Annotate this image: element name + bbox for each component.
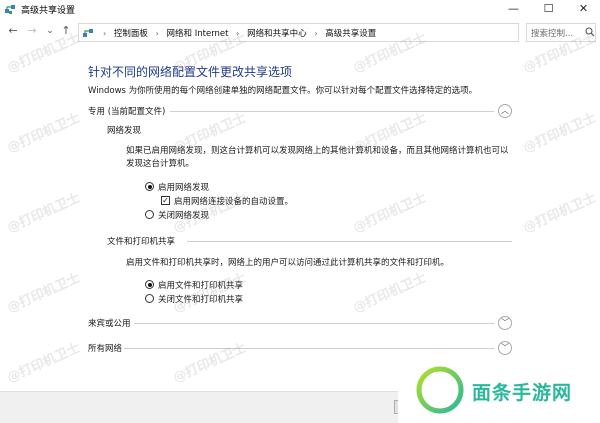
breadcrumb-separator-icon[interactable]: › xyxy=(314,29,317,38)
chevron-up-icon[interactable]: ︿ xyxy=(498,104,512,118)
breadcrumb-separator-icon[interactable]: › xyxy=(156,29,159,38)
divider xyxy=(134,323,494,324)
subsection-file-printer-sharing: 文件和打印机共享 xyxy=(107,235,512,247)
section-label-all-networks: 所有网络 xyxy=(88,344,123,354)
breadcrumb: › 控制面板 › 网络和 Internet › 网络和共享中心 › 高级共享设置 xyxy=(98,27,376,39)
radio-label: 启用文件和打印机共享 xyxy=(158,281,244,291)
chevron-down-icon[interactable]: ﹀ xyxy=(498,316,512,330)
breadcrumb-item-control-panel[interactable]: 控制面板 xyxy=(114,29,148,39)
chevron-down-icon[interactable]: ﹀ xyxy=(498,341,512,355)
site-logo: 面条手游网 xyxy=(398,358,600,423)
search-placeholder: 搜索控制... xyxy=(531,29,574,39)
radio-button[interactable] xyxy=(145,294,154,303)
section-label-private: 专用 (当前配置文件) xyxy=(88,107,166,117)
forward-arrow-icon[interactable]: → xyxy=(25,24,39,38)
title-bar: 高级共享设置 — ☐ ✕ xyxy=(0,0,600,18)
checkmark-icon[interactable]: ✓ xyxy=(161,196,170,205)
up-arrow-icon[interactable]: ↑ xyxy=(59,24,73,38)
breadcrumb-separator-icon: › xyxy=(103,29,107,38)
search-input[interactable]: 搜索控制... xyxy=(526,23,596,42)
radio-button-selected[interactable] xyxy=(145,182,154,191)
logo-mark-icon xyxy=(416,366,464,414)
page-title: 针对不同的网络配置文件更改共享选项 xyxy=(88,65,293,79)
address-bar-row: ← → ⌄ ↑ › 控制面板 › 网络和 Internet › 网络和共享中心 … xyxy=(0,21,600,43)
section-all-networks[interactable]: 所有网络 ﹀ xyxy=(88,341,512,355)
section-guest-public[interactable]: 来宾或公用 ﹀ xyxy=(88,316,512,330)
section-private-profile[interactable]: 专用 (当前配置文件) ︿ xyxy=(88,104,512,118)
control-panel-icon xyxy=(83,29,93,37)
address-bar[interactable]: › 控制面板 › 网络和 Internet › 网络和共享中心 › 高级共享设置… xyxy=(78,23,590,42)
discovery-description: 如果已启用网络发现，则这台计算机可以发现网络上的其他计算机和设备，而且其他网络计… xyxy=(126,146,509,169)
breadcrumb-separator-icon[interactable]: › xyxy=(236,29,239,38)
radio-label: 关闭网络发现 xyxy=(158,211,210,221)
breadcrumb-item-network-internet[interactable]: 网络和 Internet xyxy=(167,29,229,39)
breadcrumb-item-network-sharing-center[interactable]: 网络和共享中心 xyxy=(247,29,307,39)
search-icon[interactable] xyxy=(585,27,595,37)
radio-button[interactable] xyxy=(145,210,154,219)
page-description: Windows 为你所使用的每个网络创建单独的网络配置文件。你可以针对每个配置文… xyxy=(88,86,478,96)
window-title: 高级共享设置 xyxy=(21,6,76,16)
back-arrow-icon[interactable]: ← xyxy=(6,24,20,38)
close-button[interactable]: ✕ xyxy=(566,0,600,18)
section-label-guest: 来宾或公用 xyxy=(88,319,131,329)
divider xyxy=(124,348,494,349)
file-sharing-description: 启用文件和打印机共享时，网络上的用户可以访问通过此计算机共享的文件和打印机。 xyxy=(126,258,450,268)
divider xyxy=(170,111,494,112)
maximize-button[interactable]: ☐ xyxy=(531,0,566,18)
network-sharing-icon xyxy=(5,5,15,14)
subsection-label: 网络发现 xyxy=(107,126,142,136)
subsection-network-discovery: 网络发现 xyxy=(107,124,512,136)
recent-dropdown-icon[interactable]: ⌄ xyxy=(43,24,57,38)
logo-text: 面条手游网 xyxy=(472,382,573,404)
radio-button-selected[interactable] xyxy=(145,280,154,289)
subsection-label: 文件和打印机共享 xyxy=(107,237,176,247)
minimize-button[interactable]: — xyxy=(496,0,531,18)
divider xyxy=(187,241,512,242)
breadcrumb-item-advanced-sharing[interactable]: 高级共享设置 xyxy=(325,29,376,39)
checkbox-label: 启用网络连接设备的自动设置。 xyxy=(174,197,294,207)
radio-label: 启用网络发现 xyxy=(158,183,210,193)
radio-label: 关闭文件和打印机共享 xyxy=(158,295,244,305)
